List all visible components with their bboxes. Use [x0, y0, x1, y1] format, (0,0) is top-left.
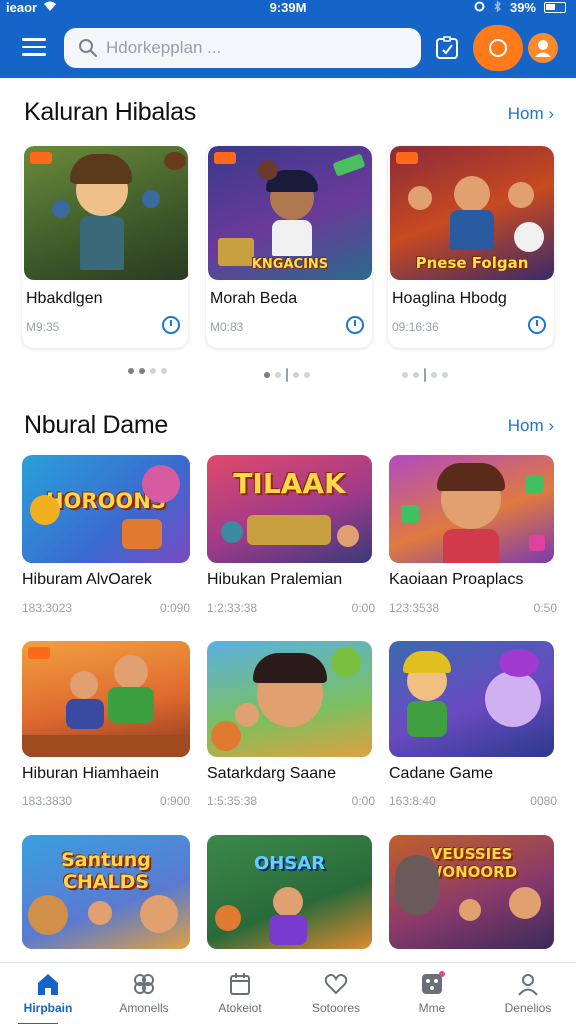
game-card[interactable]: HOROONS Hiburam AlvOarek 183:3023 0:090 [22, 455, 190, 635]
game-thumbnail [22, 641, 190, 757]
game-title: Cadane Game [389, 765, 494, 782]
game-thumbnail: OHSAR [207, 835, 372, 949]
game-thumbnail: KNGACINS [208, 146, 372, 280]
status-bar: ieaor 9:39M 39% [0, 0, 576, 16]
nav-label: Hirpbain [23, 1001, 73, 1015]
game-thumbnail: HOROONS [22, 455, 190, 563]
nav-item-home[interactable]: Hirpbain [0, 963, 96, 1024]
featured-card[interactable]: KNGACINS Morah Beda M0:83 [206, 146, 372, 348]
menu-button[interactable] [22, 38, 46, 58]
game-card[interactable]: Satarkdarg Saane 1:5:35:38 0:00 [207, 641, 375, 821]
nav-item-controller[interactable]: Mme [384, 963, 480, 1024]
nav-label: Denelios [504, 1001, 552, 1015]
game-thumbnail [24, 146, 188, 280]
nav-label: Atokeiot [218, 1001, 262, 1015]
calendar-icon [227, 971, 253, 997]
nav-item-profile[interactable]: Denelios [480, 963, 576, 1024]
game-time: 0:900 [159, 794, 190, 808]
game-time: 0:090 [159, 601, 190, 615]
games-section-title: Nbural Dame [24, 411, 168, 439]
game-thumbnail: TILAAK [207, 455, 372, 563]
clock-icon [162, 316, 180, 334]
search-input[interactable] [106, 38, 406, 58]
game-meta: 163:8:40 [389, 794, 436, 808]
game-title: Satarkdarg Saane [207, 765, 336, 782]
game-thumbnail [207, 641, 372, 757]
pager-dots [264, 368, 310, 382]
game-card[interactable]: Kaoiaan Proaplacs 123:3538 0:50 [389, 455, 557, 635]
card-meta: 09:16:36 [392, 320, 439, 334]
bluetooth-icon [493, 0, 502, 15]
featured-see-more-link[interactable]: Hom › [508, 104, 554, 124]
card-meta: M9:35 [26, 320, 60, 334]
game-time: 0080 [530, 794, 557, 808]
game-meta: 183:3830 [22, 794, 73, 808]
clock-icon [346, 316, 364, 334]
game-title: Hibukan Pralemian [207, 571, 343, 588]
game-card[interactable]: VEUSSIES WONOORD [389, 835, 557, 955]
home-icon [35, 971, 61, 997]
game-meta: 183:3023 [22, 601, 73, 615]
card-meta: M0:83 [210, 320, 244, 334]
game-title: Kaoiaan Proaplacs [389, 571, 524, 588]
game-card[interactable]: Hiburan Hiamhaein 183:3830 0:900 [22, 641, 190, 821]
controller-icon [419, 971, 445, 997]
game-time: 0:00 [351, 601, 375, 615]
game-meta: 123:3538 [389, 601, 440, 615]
profile-badge-icon[interactable] [528, 33, 558, 63]
game-time: 0:50 [533, 601, 557, 615]
top-app-bar: ieaor 9:39M 39% [0, 0, 576, 78]
pager-dots [402, 368, 448, 382]
game-card[interactable]: Santung CHALDS [22, 835, 190, 955]
record-button[interactable] [473, 25, 523, 71]
profile-icon [515, 971, 541, 997]
nav-item-favorites[interactable]: Sotoores [288, 963, 384, 1024]
pager-dots [128, 368, 167, 374]
game-thumbnail [389, 455, 554, 563]
art-title: TILAAK [233, 467, 346, 500]
game-time: 0:00 [351, 794, 375, 808]
nav-label: Amonells [119, 1001, 169, 1015]
game-thumbnail: VEUSSIES WONOORD [389, 835, 554, 949]
save-icon[interactable] [432, 33, 462, 63]
location-icon [474, 0, 485, 15]
heart-icon [323, 971, 349, 997]
nav-item-games[interactable]: Amonells [96, 963, 192, 1024]
art-title: OHSAR [253, 853, 326, 874]
game-card[interactable]: TILAAK Hibukan Pralemian 1:2:33:38 0:00 [207, 455, 375, 635]
game-title: Hiburan Hiamhaein [22, 765, 159, 782]
clock-icon [528, 316, 546, 334]
card-title: Morah Beda [210, 290, 298, 307]
featured-card[interactable]: Pnese Folgan Hoaglina Hbodg 09:16:36 [388, 146, 554, 348]
battery-icon [544, 2, 566, 13]
game-thumbnail: Santung CHALDS [22, 835, 190, 949]
game-meta: 1:2:33:38 [207, 601, 258, 615]
featured-card[interactable]: Hbakdlgen M9:35 [22, 146, 188, 348]
featured-section-title: Kaluran Hibalas [24, 98, 196, 126]
nav-label: Mme [418, 1001, 446, 1015]
nav-label: Sotoores [311, 1001, 361, 1015]
game-thumbnail [389, 641, 554, 757]
games-see-more-link[interactable]: Hom › [508, 416, 554, 436]
art-title: Pnese Folgan [415, 254, 529, 272]
nav-item-schedule[interactable]: Atokeiot [192, 963, 288, 1024]
game-card[interactable]: Cadane Game 163:8:40 0080 [389, 641, 557, 821]
battery-percent: 39% [509, 0, 536, 15]
game-thumbnail: Pnese Folgan [390, 146, 554, 280]
search-bar[interactable] [64, 28, 421, 68]
search-icon [70, 28, 106, 68]
gamepad-icon [131, 971, 157, 997]
art-title: Santung CHALDS [61, 849, 151, 893]
bottom-navigation: Hirpbain Amonells Atokeiot Sotoores Mme … [0, 962, 576, 1024]
game-meta: 1:5:35:38 [207, 794, 258, 808]
game-card[interactable]: OHSAR [207, 835, 375, 955]
art-title: KNGACINS [251, 257, 329, 272]
record-icon [489, 39, 507, 57]
card-title: Hoaglina Hbodg [392, 290, 507, 307]
card-title: Hbakdlgen [26, 290, 103, 307]
game-title: Hiburam AlvOarek [22, 571, 152, 588]
